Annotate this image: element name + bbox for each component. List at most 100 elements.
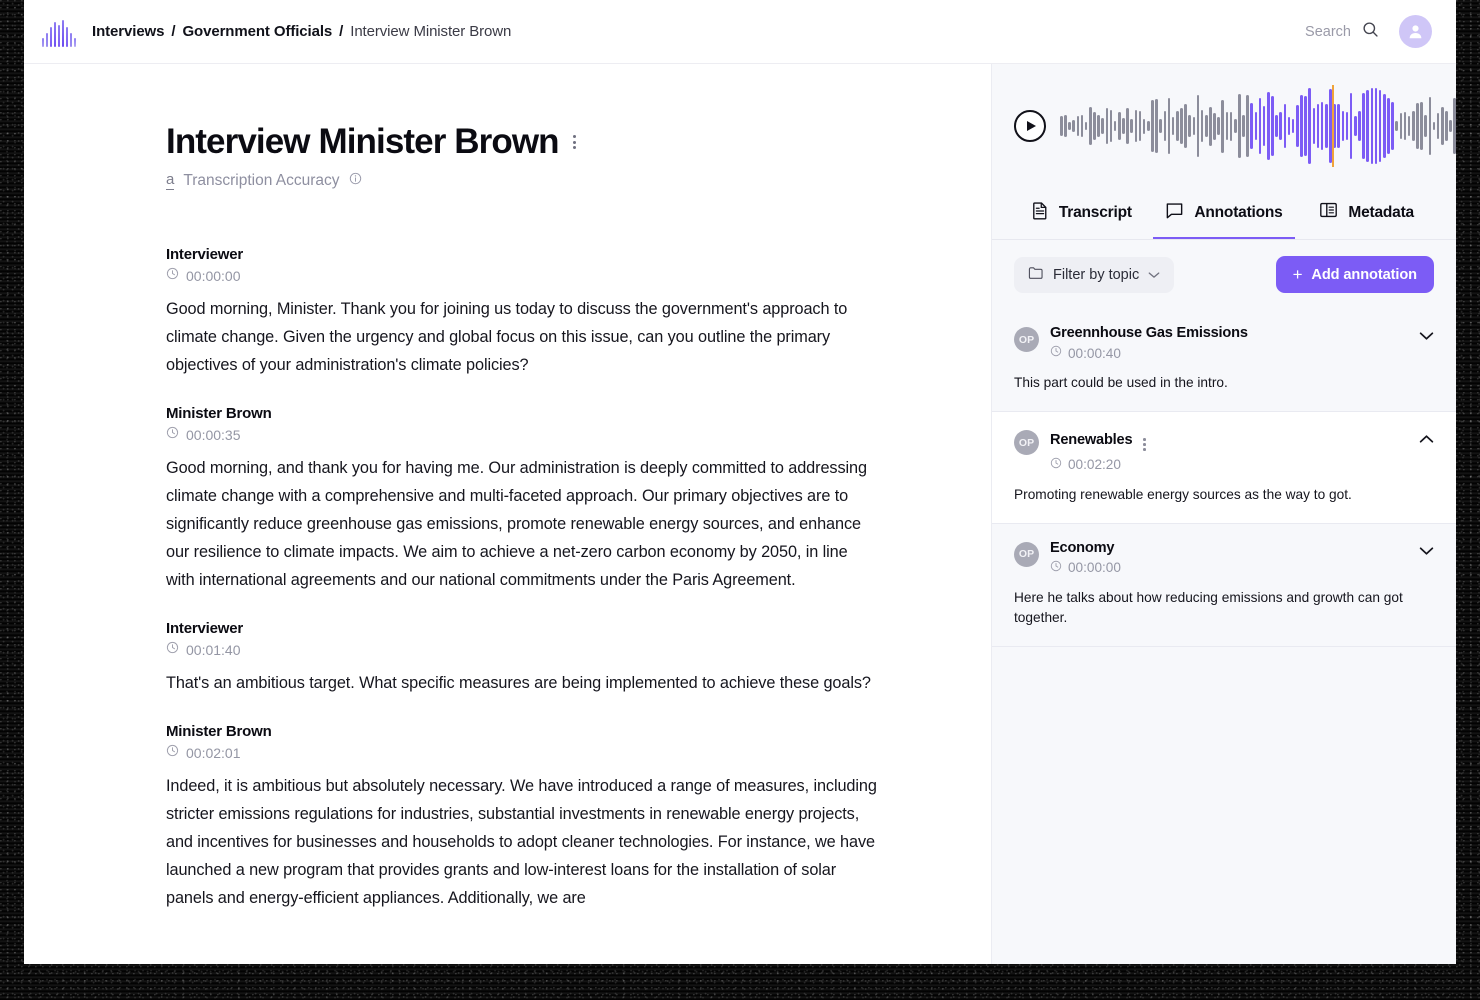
annotation-timestamp[interactable]: 00:02:20 xyxy=(1050,456,1408,474)
add-annotation-button[interactable]: + Add annotation xyxy=(1275,256,1434,293)
chevron-up-icon[interactable] xyxy=(1419,431,1434,449)
clock-icon xyxy=(1050,559,1062,577)
transcript-segment[interactable]: Interviewer 00:00:00 Good morning, Ministe… xyxy=(166,246,891,379)
waveform-bar xyxy=(1126,108,1129,144)
audio-waveform-icon[interactable] xyxy=(1060,83,1456,169)
tab-transcript[interactable]: Transcript xyxy=(1010,188,1153,239)
waveform-bar xyxy=(1258,98,1262,154)
waveform-bar xyxy=(1105,107,1109,145)
playhead-marker[interactable] xyxy=(1332,85,1334,167)
breadcrumb-item-government-officials[interactable]: Government Officials xyxy=(182,23,332,40)
waveform-bar xyxy=(1287,117,1291,135)
segment-timestamp[interactable]: 00:00:35 xyxy=(166,426,891,444)
panel-layout-icon xyxy=(1319,201,1338,224)
waveform-bar xyxy=(1064,114,1067,138)
waveform-bar xyxy=(1204,115,1208,137)
waveform-bar xyxy=(1428,97,1432,155)
annotation-card[interactable]: OP Economy 00:00:00 Here he talks about how… xyxy=(992,523,1456,647)
waveform-bar xyxy=(1432,122,1436,130)
waveform-bar xyxy=(1362,92,1365,160)
side-panel-tabs: Transcript Annotations Metadata xyxy=(992,188,1456,240)
breadcrumb-separator: / xyxy=(171,23,176,40)
logo-bar xyxy=(57,24,61,47)
segment-speaker: Interviewer xyxy=(166,620,244,637)
segment-timestamp[interactable]: 00:00:00 xyxy=(166,267,891,285)
segment-timestamp[interactable]: 00:01:40 xyxy=(166,641,891,659)
segment-text: Indeed, it is ambitious but absolutely n… xyxy=(166,777,877,907)
chevron-down-icon xyxy=(1148,267,1160,283)
transcript-segment[interactable]: Minister Brown 00:00:35 Good morning, and … xyxy=(166,405,891,594)
waveform-bar xyxy=(1088,107,1092,145)
annotation-time-text: 00:02:20 xyxy=(1068,457,1121,473)
waveform-bar xyxy=(1151,99,1154,153)
app-window: Interviews / Government Officials / Inte… xyxy=(24,0,1456,964)
segment-timestamp[interactable]: 00:02:01 xyxy=(166,744,891,762)
annotation-body: Promoting renewable energy sources as th… xyxy=(1014,486,1352,502)
chevron-down-icon[interactable] xyxy=(1419,328,1434,346)
waveform-bar xyxy=(1068,121,1071,131)
folder-icon xyxy=(1028,266,1044,284)
filter-by-topic-button[interactable]: Filter by topic xyxy=(1014,256,1175,293)
add-annotation-label: Add annotation xyxy=(1311,266,1417,283)
annotation-timestamp[interactable]: 00:00:00 xyxy=(1050,559,1408,577)
annotation-title: Renewables xyxy=(1050,432,1133,449)
waveform-bar xyxy=(1378,90,1382,162)
search-input[interactable]: Search xyxy=(1305,21,1379,43)
waveform-bar xyxy=(1117,112,1121,140)
kebab-menu-icon[interactable] xyxy=(1140,428,1149,453)
waveform-bar xyxy=(1403,111,1407,141)
clock-icon xyxy=(166,426,179,444)
annotation-card[interactable]: OP Greennhouse Gas Emissions 00:00:40 This … xyxy=(992,309,1456,412)
breadcrumb-item-interviews[interactable]: Interviews xyxy=(92,23,164,40)
waveform-bar xyxy=(1175,111,1179,141)
annotation-avatar: OP xyxy=(1014,541,1039,567)
logo-bar xyxy=(65,26,69,47)
transcript-segment[interactable]: Interviewer 00:01:40 That's an ambitious t… xyxy=(166,620,891,697)
waveform-bar xyxy=(1076,116,1080,136)
waveform-bar xyxy=(1345,111,1349,141)
text-accuracy-icon: a xyxy=(166,171,175,190)
plus-icon: + xyxy=(1292,265,1303,284)
waveform-bar xyxy=(1080,114,1084,138)
waveform-bar xyxy=(1146,121,1150,131)
logo-bar xyxy=(61,19,65,47)
search-icon[interactable] xyxy=(1362,21,1379,43)
annotation-time-text: 00:00:40 xyxy=(1068,345,1121,361)
clock-icon xyxy=(166,744,179,762)
waveform-bar xyxy=(1109,109,1113,143)
segment-speaker: Interviewer xyxy=(166,246,244,263)
annotations-toolbar: Filter by topic + Add annotation xyxy=(992,240,1456,309)
waveform-bar xyxy=(1374,88,1378,164)
avatar[interactable] xyxy=(1399,15,1432,48)
waveform-bar xyxy=(1221,99,1225,153)
transcript-list: Interviewer 00:00:00 Good morning, Ministe… xyxy=(166,246,891,912)
play-button-icon[interactable] xyxy=(1014,110,1046,142)
waveform-bar xyxy=(1320,101,1324,151)
transcript-segment[interactable]: Minister Brown 00:02:01 Indeed, it is ambi… xyxy=(166,723,891,912)
waveform-bar xyxy=(1167,98,1171,154)
waveform-bar xyxy=(1246,95,1249,157)
waveform-bar xyxy=(1250,103,1254,149)
annotation-timestamp[interactable]: 00:00:40 xyxy=(1050,344,1408,362)
annotation-body: This part could be used in the intro. xyxy=(1014,375,1228,390)
waveform-bar xyxy=(1445,111,1448,141)
annotation-card[interactable]: OP Renewables 00:02:20 Promoting renewable … xyxy=(992,412,1456,524)
kebab-menu-icon[interactable] xyxy=(569,129,580,155)
tab-label: Annotations xyxy=(1194,203,1283,221)
logo-bar xyxy=(53,21,57,47)
waveform-bar xyxy=(1407,116,1411,136)
waveform-bar xyxy=(1283,103,1287,149)
waveform-bar xyxy=(1296,104,1299,148)
segment-text: Good morning, Minister. Thank you for jo… xyxy=(166,300,848,374)
clock-icon xyxy=(1050,344,1062,362)
logo-bar xyxy=(73,37,76,47)
tab-annotations[interactable]: Annotations xyxy=(1152,188,1296,239)
breadcrumb-separator: / xyxy=(339,23,344,40)
chevron-down-icon[interactable] xyxy=(1419,543,1434,561)
comment-bubble-icon xyxy=(1165,201,1184,225)
info-circle-icon[interactable] xyxy=(349,172,362,190)
tab-metadata[interactable]: Metadata xyxy=(1295,188,1438,239)
waveform-bar xyxy=(1229,111,1233,141)
page-title: Interview Minister Brown xyxy=(166,122,560,161)
waveform-logo-icon[interactable] xyxy=(42,17,76,47)
